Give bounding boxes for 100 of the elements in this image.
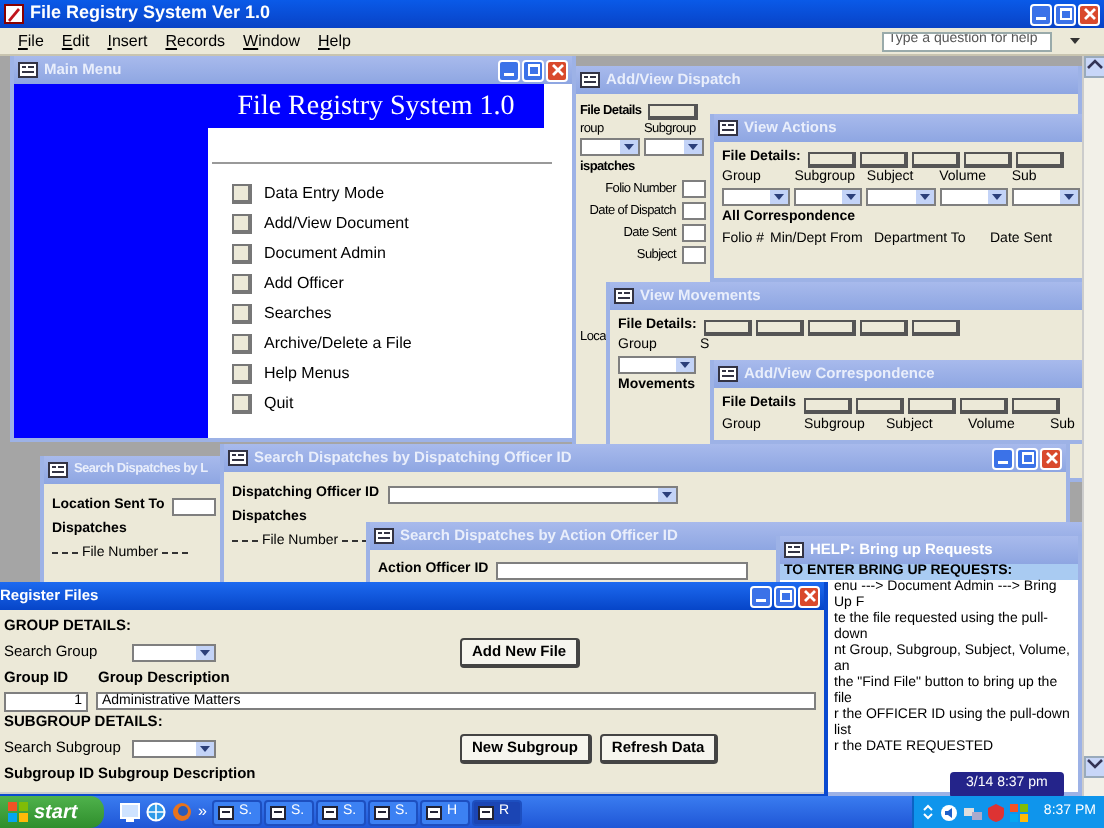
close-button[interactable] xyxy=(798,585,820,607)
close-button[interactable] xyxy=(1040,447,1062,469)
form-icon xyxy=(48,462,68,478)
dropdown-arrow-icon xyxy=(200,650,210,656)
dropdown-arrow-icon xyxy=(680,362,690,369)
maximize-button[interactable] xyxy=(1016,447,1038,469)
dropdown-field[interactable] xyxy=(618,356,696,375)
close-button[interactable] xyxy=(546,59,568,81)
dropdown-field[interactable] xyxy=(794,188,863,207)
form-icon xyxy=(228,450,248,466)
file-detail-box xyxy=(808,319,857,335)
menu-item[interactable]: Window xyxy=(243,29,300,53)
minimize-button[interactable] xyxy=(992,447,1014,469)
close-icon xyxy=(803,590,815,602)
banner-title: File Registry System 1.0 xyxy=(208,84,544,128)
file-detail-box xyxy=(1011,397,1060,413)
dropdown-arrow-icon xyxy=(1070,38,1080,44)
close-button[interactable] xyxy=(1078,3,1100,25)
file-detail-box xyxy=(964,151,1013,167)
close-icon xyxy=(551,64,563,76)
file-detail-box xyxy=(704,319,753,335)
file-detail-box xyxy=(803,397,852,413)
dropdown-field[interactable] xyxy=(644,138,704,157)
menu-item[interactable]: File xyxy=(18,29,44,53)
file-detail-box xyxy=(808,151,857,167)
form-icon xyxy=(784,542,804,558)
chevron-icon[interactable] xyxy=(922,802,934,822)
form-icon xyxy=(270,805,287,819)
text-field[interactable] xyxy=(496,562,749,580)
close-icon xyxy=(1083,8,1095,20)
scroll-down-icon xyxy=(1086,758,1104,770)
form-icon xyxy=(374,528,394,544)
text-field[interactable] xyxy=(172,497,217,515)
dropdown-field[interactable] xyxy=(132,740,216,758)
menu-item-label: Add/View Document xyxy=(264,211,409,235)
menu-item-label: Archive/Delete a File xyxy=(264,331,412,355)
file-detail-box xyxy=(907,397,956,413)
text-field[interactable] xyxy=(682,202,706,221)
dropdown-field[interactable] xyxy=(1011,188,1081,207)
scroll-up-icon xyxy=(1086,58,1104,70)
maximize-button[interactable] xyxy=(774,585,796,607)
vertical-scrollbar[interactable] xyxy=(1082,56,1104,796)
menu-item-label: Help Menus xyxy=(264,361,350,385)
dropdown-arrow-icon xyxy=(846,194,857,201)
menu-item[interactable]: Insert xyxy=(107,29,148,53)
file-detail-box xyxy=(959,397,1008,413)
dropdown-field[interactable] xyxy=(580,138,640,157)
menu-item-label: Searches xyxy=(264,301,332,325)
window-title: File Registry System Ver 1.0 xyxy=(30,0,271,27)
text-field[interactable] xyxy=(682,246,706,265)
file-detail-box xyxy=(647,103,698,119)
text-field[interactable] xyxy=(682,180,706,199)
maximize-icon xyxy=(1021,452,1033,464)
minimize-button[interactable] xyxy=(750,585,772,607)
dropdown-field[interactable] xyxy=(132,644,216,662)
menu-item[interactable]: Records xyxy=(165,29,226,53)
dropdown-field[interactable] xyxy=(387,485,678,503)
form-icon xyxy=(18,62,38,78)
network-icon[interactable] xyxy=(964,803,982,821)
app-icon xyxy=(4,4,24,24)
menu-item[interactable]: Edit xyxy=(61,29,90,53)
dropdown-arrow-icon xyxy=(1064,194,1075,201)
file-detail-box xyxy=(860,151,909,167)
menu-item[interactable]: Help xyxy=(318,29,351,53)
maximize-icon xyxy=(1059,8,1071,20)
dropdown-arrow-icon xyxy=(991,194,1002,201)
desktop-icon[interactable] xyxy=(120,802,140,822)
text-field[interactable] xyxy=(682,224,706,243)
dropdown-field[interactable] xyxy=(939,188,1008,207)
close-icon xyxy=(1045,452,1057,464)
file-detail-box xyxy=(756,319,805,335)
form-icon xyxy=(322,805,339,819)
speaker-icon[interactable] xyxy=(940,803,958,821)
menu-item-label: Add Officer xyxy=(264,271,344,295)
maximize-button[interactable] xyxy=(522,59,544,81)
maximize-button[interactable] xyxy=(1054,3,1076,25)
dropdown-arrow-icon xyxy=(624,144,634,151)
file-detail-box xyxy=(912,319,961,335)
globe-icon[interactable] xyxy=(146,802,166,822)
file-detail-box xyxy=(1016,151,1065,167)
file-detail-box xyxy=(855,397,904,413)
flag-icon xyxy=(8,802,28,822)
minimize-button[interactable] xyxy=(1030,3,1052,25)
form-icon xyxy=(614,288,634,304)
dropdown-arrow-icon xyxy=(661,491,672,497)
dropdown-arrow-icon xyxy=(774,194,785,201)
form-icon xyxy=(374,805,391,819)
dropdown-arrow-icon xyxy=(919,194,930,201)
dropdown-arrow-icon xyxy=(200,746,210,752)
form-icon xyxy=(718,120,738,136)
file-detail-box xyxy=(860,319,909,335)
form-icon xyxy=(218,805,235,819)
dropdown-field[interactable] xyxy=(866,188,936,207)
dropdown-field[interactable] xyxy=(722,188,791,207)
menu-item-label: Data Entry Mode xyxy=(264,181,385,205)
menu-item-label: Quit xyxy=(264,391,294,415)
maximize-icon xyxy=(779,590,791,602)
dropdown-arrow-icon xyxy=(688,144,698,151)
minimize-button[interactable] xyxy=(498,59,520,81)
overflow-chevron[interactable]: » xyxy=(198,800,207,824)
